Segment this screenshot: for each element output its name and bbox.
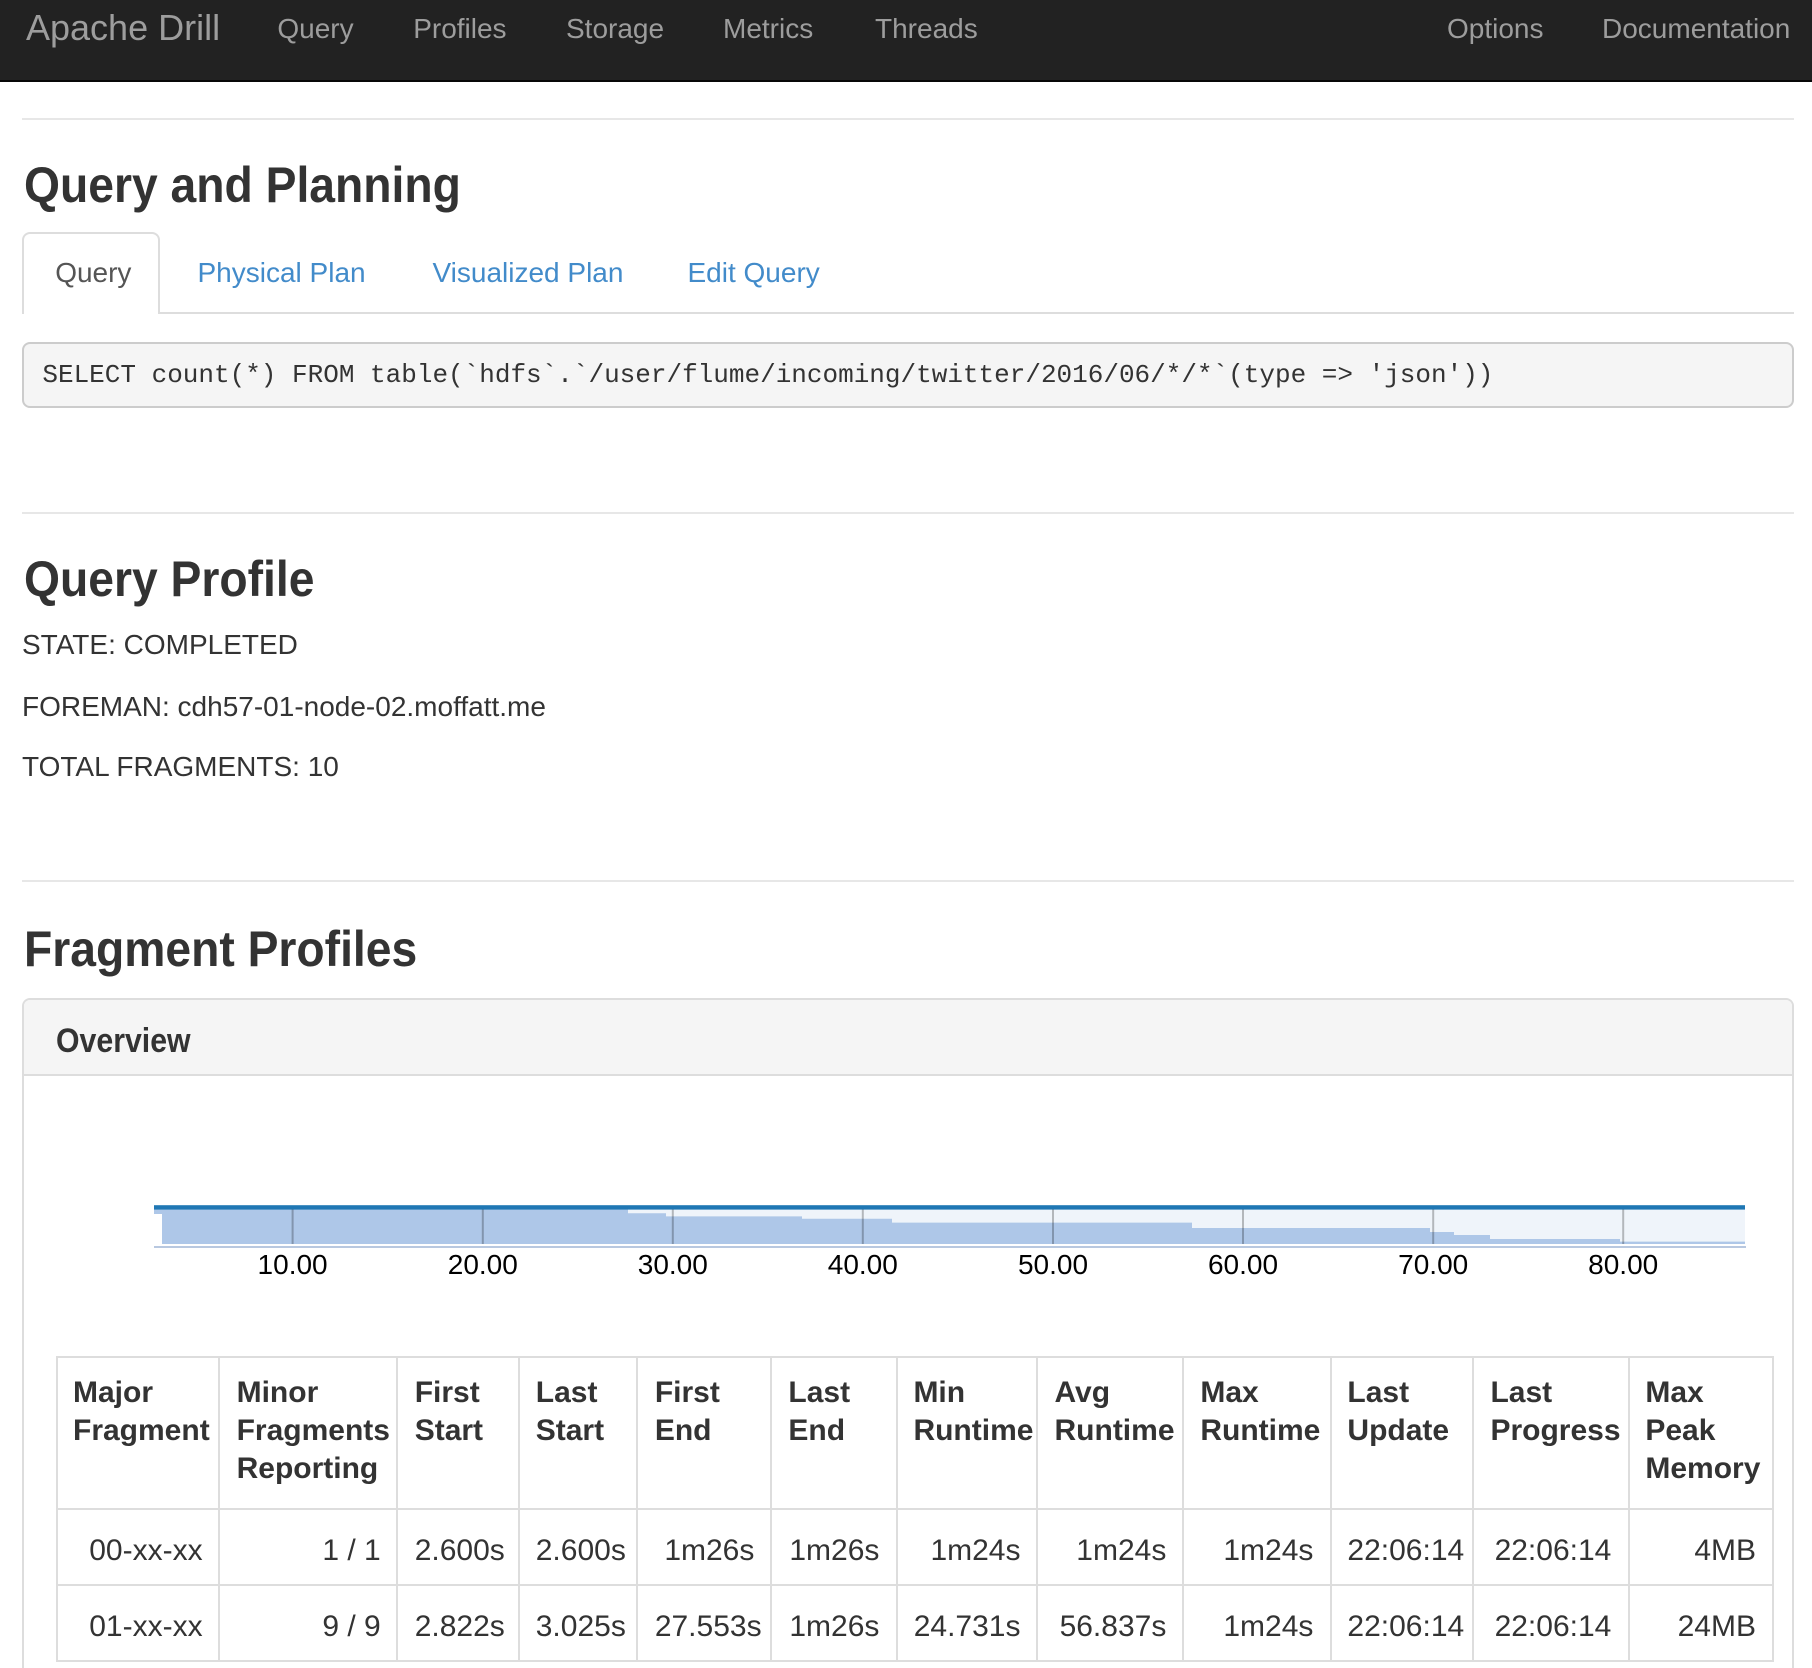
- svg-text:80.00: 80.00: [1588, 1249, 1658, 1280]
- svg-text:60.00: 60.00: [1208, 1249, 1278, 1280]
- svg-text:30.00: 30.00: [638, 1249, 708, 1280]
- svg-text:70.00: 70.00: [1398, 1249, 1468, 1280]
- svg-text:50.00: 50.00: [1018, 1249, 1088, 1280]
- svg-text:10.00: 10.00: [258, 1249, 328, 1280]
- svg-text:40.00: 40.00: [828, 1249, 898, 1280]
- svg-text:20.00: 20.00: [448, 1249, 518, 1280]
